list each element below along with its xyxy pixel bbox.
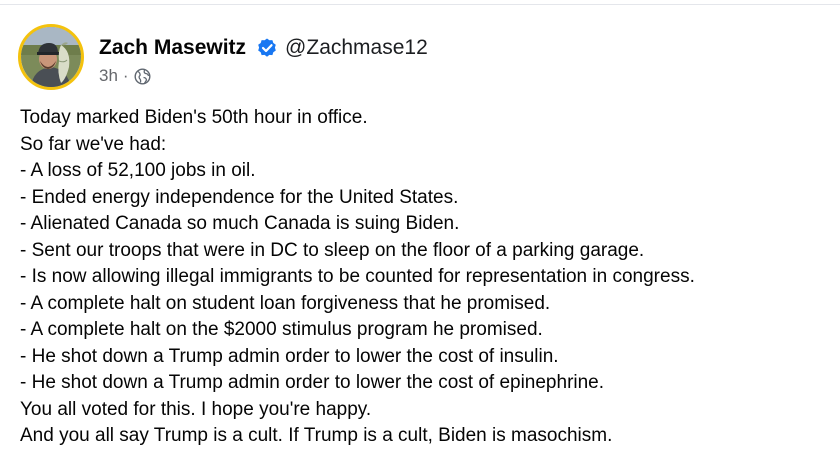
author-name[interactable]: Zach Masewitz (99, 36, 246, 60)
post-line: - A complete halt on the $2000 stimulus … (20, 319, 543, 340)
post-timestamp[interactable]: 3h (99, 66, 118, 86)
meta-separator: · (122, 66, 129, 85)
post-line: - A loss of 52,100 jobs in oil. (20, 160, 256, 181)
post-line: - Alienated Canada so much Canada is sui… (20, 213, 460, 234)
post-card: Zach Masewitz @Zachmase12 3h · Today mar… (0, 0, 840, 472)
post-meta: 3h · (99, 64, 151, 88)
post-line: - Sent our troops that were in DC to sle… (20, 239, 645, 261)
post-line: - A complete halt on student loan forgiv… (20, 292, 551, 314)
post-line: - He shot down a Trump admin order to lo… (20, 345, 559, 367)
post-line: Today marked Biden's 50th hour in office… (20, 107, 368, 128)
post-line: And you all say Trump is a cult. If Trum… (20, 425, 613, 446)
author-handle[interactable]: @Zachmase12 (285, 36, 428, 60)
post-line: - He shot down a Trump admin order to lo… (20, 372, 605, 393)
globe-icon[interactable] (134, 67, 151, 85)
post-line: So far we've had: (20, 133, 167, 155)
post-header: Zach Masewitz @Zachmase12 (99, 33, 428, 63)
post-line: You all voted for this. I hope you're ha… (20, 398, 372, 420)
post-line: - Ended energy independence for the Unit… (20, 186, 459, 208)
author-avatar[interactable] (18, 24, 84, 90)
post-body: Today marked Biden's 50th hour in office… (20, 105, 835, 450)
post-line: - Is now allowing illegal immigrants to … (20, 266, 695, 287)
profile-photo (21, 27, 81, 87)
verified-badge-icon (256, 37, 278, 59)
